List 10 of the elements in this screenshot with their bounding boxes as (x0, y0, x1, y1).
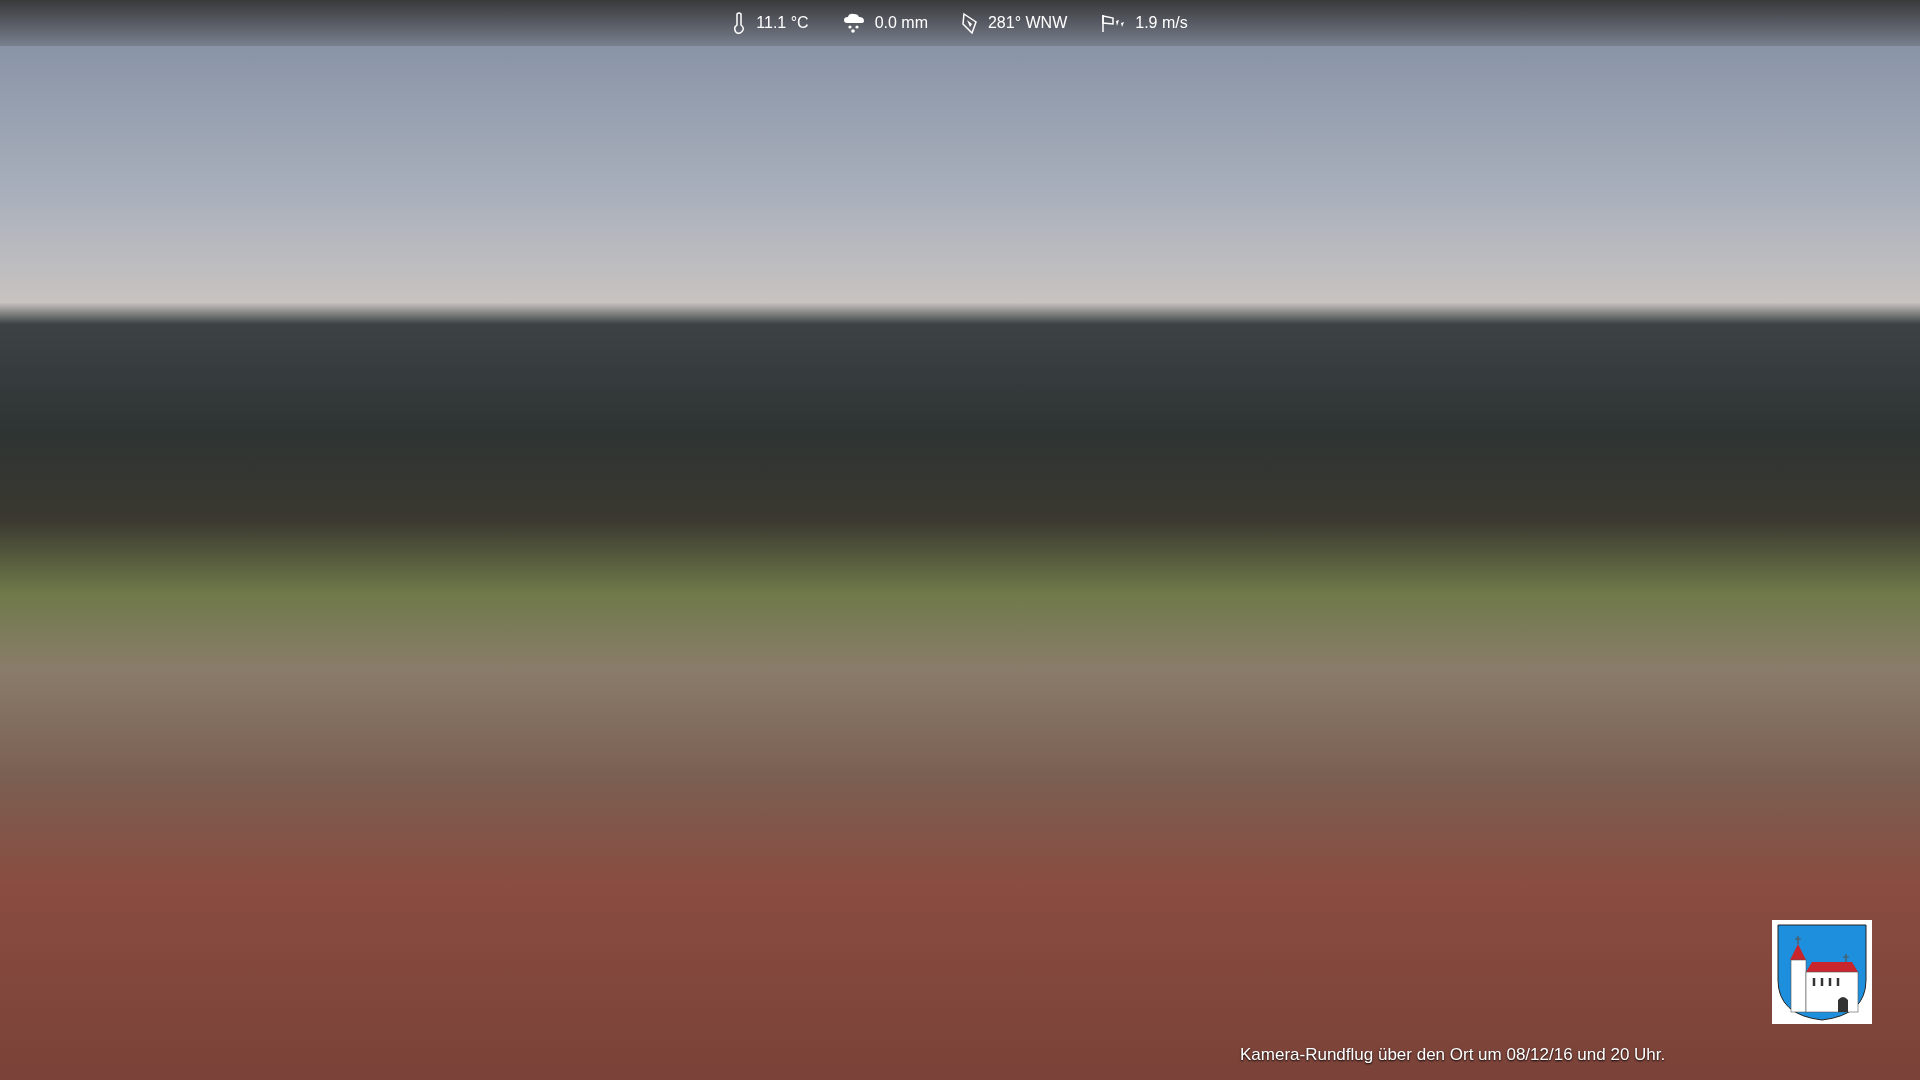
weather-reading: 281° WNW (987, 14, 1068, 32)
weather-reading: 11.1 °C (756, 14, 809, 32)
weather-reading: 0.0 mm (874, 14, 928, 32)
windsock-icon (1101, 13, 1126, 33)
weather-reading: 1.9 m/s (1135, 14, 1188, 32)
rain-cloud-icon (842, 13, 865, 33)
tour-caption: Kamera-Rundflug über den Ort um 08/12/16 und 20 Uhr. (1240, 1045, 1666, 1065)
compass-icon (961, 12, 978, 34)
thermometer-icon (732, 12, 747, 34)
coat-of-arms-icon (1772, 920, 1872, 1024)
